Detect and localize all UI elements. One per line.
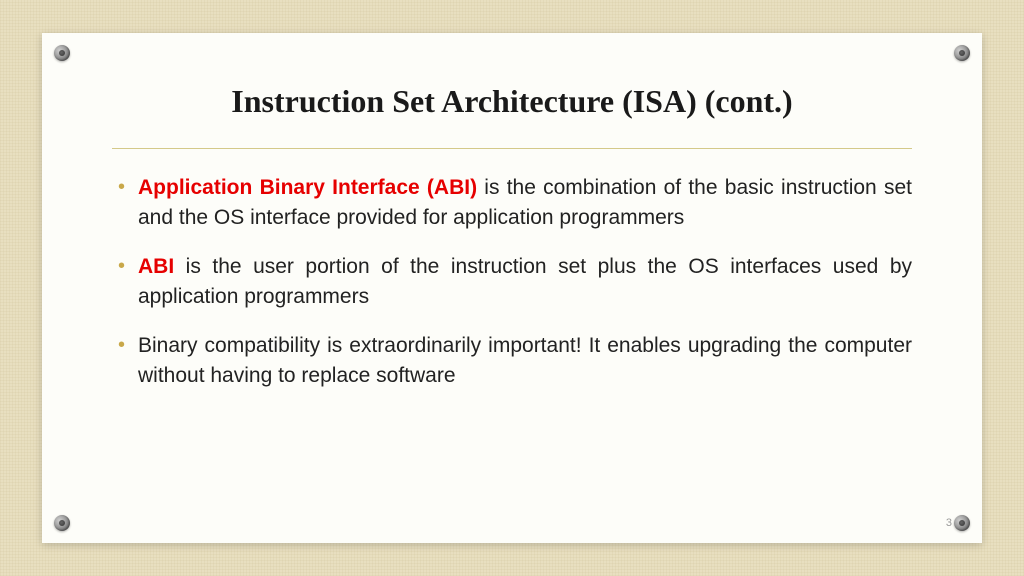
slide-title: Instruction Set Architecture (ISA) (cont… <box>112 83 912 120</box>
highlight-text: Application Binary Interface (ABI) <box>138 176 477 199</box>
pin-icon <box>954 515 970 531</box>
pin-icon <box>954 45 970 61</box>
highlight-text: ABI <box>138 255 174 278</box>
pin-icon <box>54 45 70 61</box>
list-item: Binary compatibility is extraordinarily … <box>112 331 912 392</box>
list-item: ABI is the user portion of the instructi… <box>112 252 912 313</box>
bullet-text: is the user portion of the instruction s… <box>138 255 912 308</box>
bullet-list: Application Binary Interface (ABI) is th… <box>112 173 912 392</box>
page-number: 3 <box>946 517 952 529</box>
list-item: Application Binary Interface (ABI) is th… <box>112 173 912 234</box>
bullet-text: Binary compatibility is extraordinarily … <box>138 334 912 387</box>
divider-line <box>112 148 912 149</box>
slide-container: Instruction Set Architecture (ISA) (cont… <box>42 33 982 543</box>
pin-icon <box>54 515 70 531</box>
